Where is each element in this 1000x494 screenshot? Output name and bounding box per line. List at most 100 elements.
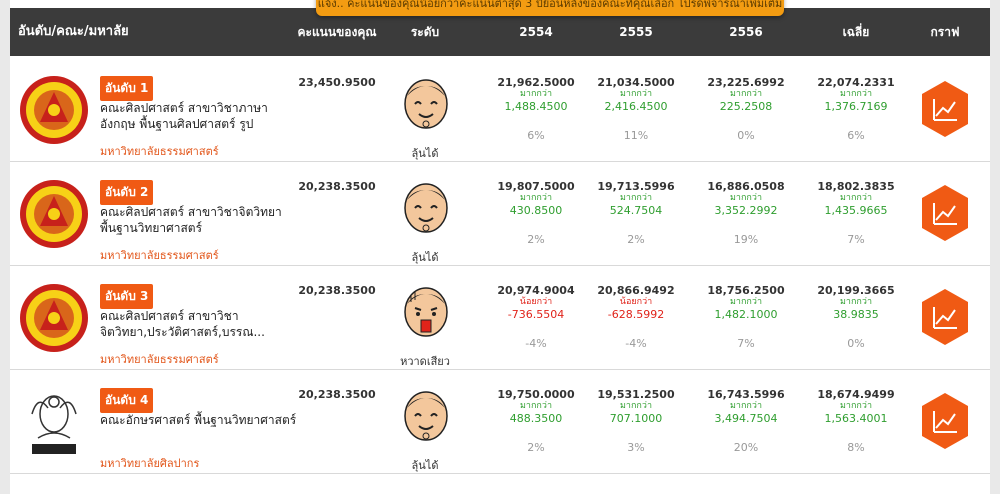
year-2555-cell: 19,531.2500 มากกว่า 707.1000 3% [586, 388, 686, 454]
compare-label: มากกว่า [730, 89, 762, 99]
warning-toast: แจ้ง.. คะแนนของคุณน้อยกว่าคะแนนต่ำสุด 3 … [316, 0, 784, 16]
compare-label: มากกว่า [520, 193, 552, 203]
level-label: หวาดเสียว [400, 355, 450, 368]
score-difference: 707.1000 [609, 412, 663, 425]
table-row: อันดับ 1 คณะศิลปศาสตร์ สาขาวิชาภาษาอังกฤ… [10, 60, 990, 162]
min-score-value: 21,962.5000 [497, 76, 575, 89]
score-difference: 1,376.7169 [824, 100, 888, 113]
results-panel: อันดับ/คณะ/มหาลัย คะแนนของคุณ ระดับ 2554… [10, 0, 990, 494]
university-name[interactable]: มหาวิทยาลัยธรรมศาสตร์ [100, 350, 219, 368]
average-cell: 18,802.3835 มากกว่า 1,435.9665 7% [806, 180, 906, 246]
min-score-value: 21,034.5000 [597, 76, 675, 89]
faculty-name[interactable]: คณะศิลปศาสตร์ สาขาวิชาภาษาอังกฤษ พื้นฐาน… [100, 100, 300, 132]
percent-difference: 7% [847, 233, 865, 246]
header-graph: กราฟ [930, 25, 960, 39]
compare-label: มากกว่า [730, 297, 762, 307]
thammasat-seal-logo [20, 180, 88, 248]
compare-label: มากกว่า [520, 401, 552, 411]
graph-button[interactable] [920, 392, 970, 450]
score-difference: 38.9835 [833, 308, 879, 321]
average-cell: 22,074.2331 มากกว่า 1,376.7169 6% [806, 76, 906, 142]
user-score: 20,238.3500 [298, 388, 376, 401]
year-2555-cell: 20,866.9492 น้อยกว่า -628.5992 -4% [586, 284, 686, 350]
average-cell: 18,674.9499 มากกว่า 1,563.4001 8% [806, 388, 906, 454]
score-difference: 430.8500 [509, 204, 563, 217]
percent-difference: 0% [737, 129, 755, 142]
min-score-value: 20,866.9492 [597, 284, 675, 297]
graph-button[interactable] [920, 288, 970, 346]
compare-label: มากกว่า [620, 193, 652, 203]
min-score-value: 22,074.2331 [817, 76, 895, 89]
graph-button[interactable] [920, 80, 970, 138]
percent-difference: 11% [623, 129, 649, 142]
compare-label: มากกว่า [730, 401, 762, 411]
percent-difference: 2% [527, 441, 545, 454]
min-score-value: 20,199.3665 [817, 284, 895, 297]
faculty-name[interactable]: คณะอักษรศาสตร์ พื้นฐานวิทยาศาสตร์ [100, 412, 300, 428]
faculty-name[interactable]: คณะศิลปศาสตร์ สาขาวิชาจิตวิทยา,ประวัติศา… [100, 308, 300, 340]
year-2556-cell: 16,886.0508 มากกว่า 3,352.2992 19% [696, 180, 796, 246]
min-score-value: 19,713.5996 [597, 180, 675, 193]
score-difference: 3,352.2992 [714, 204, 778, 217]
compare-label: มากกว่า [840, 297, 872, 307]
score-difference: 1,482.1000 [714, 308, 778, 321]
min-score-value: 16,886.0508 [707, 180, 785, 193]
percent-difference: 0% [847, 337, 865, 350]
thammasat-seal-logo [20, 76, 88, 144]
percent-difference: 7% [737, 337, 755, 350]
percent-difference: 19% [733, 233, 759, 246]
compare-label: น้อยกว่า [519, 297, 553, 307]
percent-difference: 2% [627, 233, 645, 246]
table-row: อันดับ 2 คณะศิลปศาสตร์ สาขาวิชาจิตวิทยา … [10, 164, 990, 266]
level-label: ลุ้นได้ [411, 459, 439, 472]
user-score: 23,450.9500 [298, 76, 376, 89]
user-score: 20,238.3500 [298, 284, 376, 297]
year-2554-cell: 19,750.0000 มากกว่า 488.3500 2% [486, 388, 586, 454]
faculty-name[interactable]: คณะศิลปศาสตร์ สาขาวิชาจิตวิทยา พื้นฐานวิ… [100, 204, 300, 236]
score-difference: -628.5992 [607, 308, 665, 321]
score-difference: 1,563.4001 [824, 412, 888, 425]
rank-badge: อันดับ 1 [100, 76, 154, 101]
level-label: ลุ้นได้ [411, 147, 439, 160]
year-2556-cell: 23,225.6992 มากกว่า 225.2508 0% [696, 76, 796, 142]
university-name[interactable]: มหาวิทยาลัยธรรมศาสตร์ [100, 246, 219, 264]
table-row: อันดับ 3 คณะศิลปศาสตร์ สาขาวิชาจิตวิทยา,… [10, 268, 990, 370]
min-score-value: 18,674.9499 [817, 388, 895, 401]
graph-button[interactable] [920, 184, 970, 242]
year-2555-cell: 21,034.5000 มากกว่า 2,416.4500 11% [586, 76, 686, 142]
compare-label: มากกว่า [620, 401, 652, 411]
score-difference: 225.2508 [719, 100, 773, 113]
compare-label: น้อยกว่า [619, 297, 653, 307]
average-cell: 20,199.3665 มากกว่า 38.9835 0% [806, 284, 906, 350]
year-2554-cell: 21,962.5000 มากกว่า 1,488.4500 6% [486, 76, 586, 142]
min-score-value: 19,531.2500 [597, 388, 675, 401]
year-2554-cell: 20,974.9004 น้อยกว่า -736.5504 -4% [486, 284, 586, 350]
university-name[interactable]: มหาวิทยาลัยศิลปากร [100, 454, 199, 472]
compare-label: มากกว่า [840, 193, 872, 203]
smile-face-icon [404, 391, 448, 441]
rank-badge: อันดับ 4 [100, 388, 154, 413]
rank-badge: อันดับ 2 [100, 180, 154, 205]
university-name[interactable]: มหาวิทยาลัยธรรมศาสตร์ [100, 142, 219, 160]
score-difference: 2,416.4500 [604, 100, 668, 113]
percent-difference: -4% [525, 337, 547, 350]
min-score-value: 18,756.2500 [707, 284, 785, 297]
min-score-value: 16,743.5996 [707, 388, 785, 401]
level-label: ลุ้นได้ [411, 251, 439, 264]
year-2554-cell: 19,807.5000 มากกว่า 430.8500 2% [486, 180, 586, 246]
score-difference: 3,494.7504 [714, 412, 778, 425]
rank-badge: อันดับ 3 [100, 284, 154, 309]
year-2556-cell: 16,743.5996 มากกว่า 3,494.7504 20% [696, 388, 796, 454]
silpakorn-seal-logo [31, 395, 77, 454]
percent-difference: 6% [847, 129, 865, 142]
min-score-value: 19,807.5000 [497, 180, 575, 193]
score-difference: 488.3500 [509, 412, 563, 425]
score-difference: 524.7504 [609, 204, 663, 217]
header-rank: อันดับ/คณะ/มหาลัย [18, 24, 129, 39]
table-row: อันดับ 4 คณะอักษรศาสตร์ พื้นฐานวิทยาศาสต… [10, 372, 990, 474]
smile-face-icon [404, 79, 448, 129]
min-score-value: 18,802.3835 [817, 180, 895, 193]
header-average: เฉลี่ย [842, 25, 870, 39]
compare-label: มากกว่า [520, 89, 552, 99]
score-difference: 1,488.4500 [504, 100, 568, 113]
